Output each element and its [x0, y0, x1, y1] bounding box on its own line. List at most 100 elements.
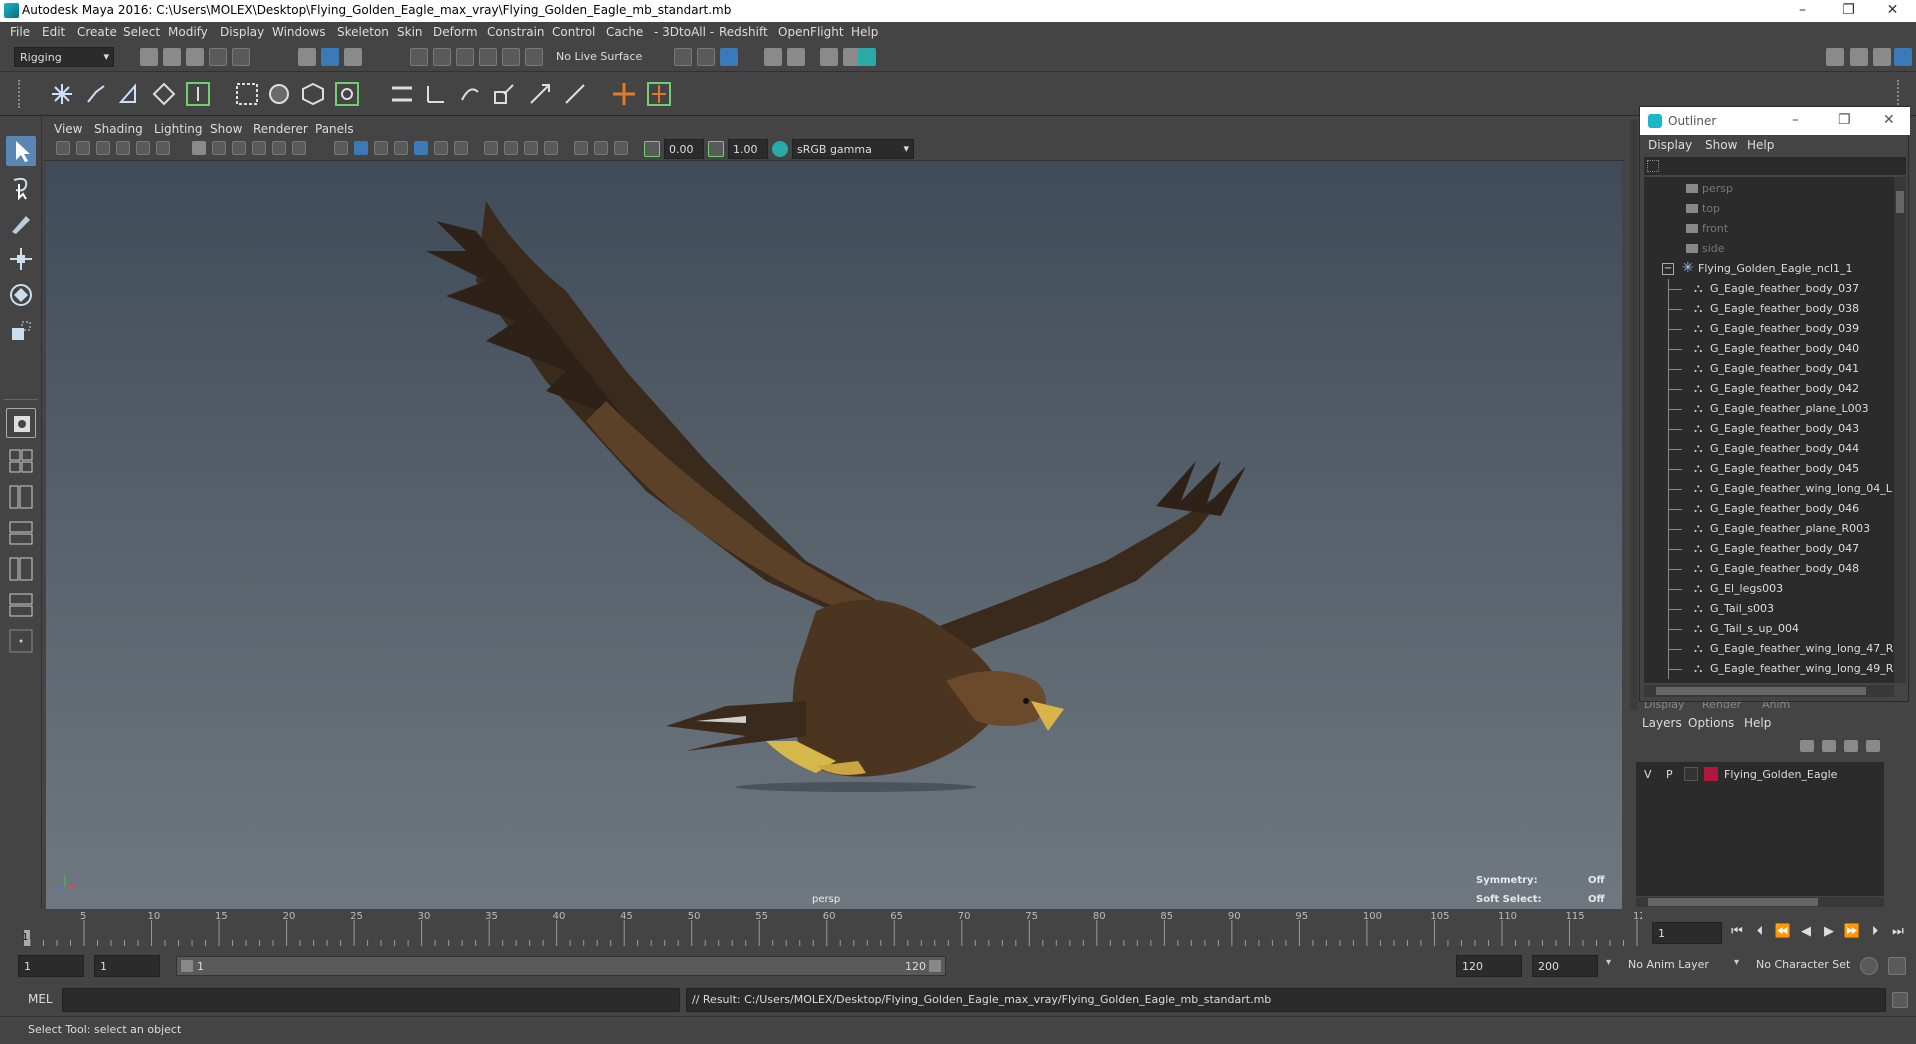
outliner-item-child[interactable]: ⛬ G_Tail_s_up_004 [1644, 619, 1894, 639]
scroll-thumb[interactable] [1648, 898, 1818, 906]
output-ops-icon[interactable] [697, 48, 715, 66]
rotate-tool-icon[interactable] [6, 280, 36, 310]
layer-color-swatch[interactable] [1704, 767, 1718, 781]
outliner-vertical-scrollbar[interactable] [1894, 177, 1906, 683]
play-backwards-button[interactable]: ◀ [1797, 924, 1815, 940]
hypershade-layout-icon[interactable] [6, 554, 36, 584]
joint-label-icon[interactable] [645, 80, 673, 108]
outliner-item-child[interactable]: ⛬ G_Eagle_feather_wing_long_47_R [1644, 639, 1894, 659]
step-forward-frame-button[interactable]: ⏩ [1843, 924, 1861, 940]
outliner-item-child[interactable]: ⛬ G_Eagle_feather_body_042 [1644, 379, 1894, 399]
resolution-gate-icon[interactable] [232, 141, 246, 155]
menuset-dropdown[interactable]: Rigging ▾ [14, 47, 114, 67]
snap-grid-icon[interactable] [410, 48, 428, 66]
screen-space-ao-icon[interactable] [454, 141, 468, 155]
eagle-model[interactable] [46, 161, 1622, 909]
outliner-horizontal-scrollbar[interactable] [1644, 685, 1894, 697]
new-scene-icon[interactable] [140, 48, 158, 66]
2d-pan-zoom-icon[interactable] [136, 141, 150, 155]
menu-modify[interactable]: Modify [168, 25, 208, 39]
open-scene-icon[interactable] [163, 48, 181, 66]
outliner-item-child[interactable]: ⛬ G_Eagle_feather_body_044 [1644, 439, 1894, 459]
lattice-icon[interactable] [233, 80, 261, 108]
scale-constraint-icon[interactable] [490, 80, 518, 108]
play-forwards-button[interactable]: ▶ [1820, 924, 1838, 940]
attribute-editor-icon[interactable] [1850, 48, 1868, 66]
outliner-item-side[interactable]: side [1644, 239, 1894, 259]
panel-menu-view[interactable]: View [54, 122, 82, 136]
layer-menu-options[interactable]: Options [1688, 716, 1734, 730]
new-layer-selected-icon[interactable] [1866, 740, 1880, 752]
outliner-item-child[interactable]: ⛬ G_Eagle_feather_body_043 [1644, 419, 1894, 439]
paint-select-icon[interactable] [6, 208, 36, 238]
panel-menu-lighting[interactable]: Lighting [154, 122, 203, 136]
wrap-deformer-icon[interactable] [299, 80, 327, 108]
outliner-item-child[interactable]: ⛬ G_Eagle_feather_body_037 [1644, 279, 1894, 299]
range-slider[interactable]: 1 120 [176, 956, 946, 976]
scale-tool-icon[interactable] [6, 316, 36, 346]
parent-constraint-icon[interactable] [388, 80, 416, 108]
blend-shape-icon[interactable] [333, 80, 361, 108]
redo-icon[interactable] [232, 48, 250, 66]
orient-constraint-icon[interactable] [456, 80, 484, 108]
render-frame-icon[interactable] [787, 48, 805, 66]
aim-constraint-icon[interactable] [526, 80, 554, 108]
outliner-menu-display[interactable]: Display [1648, 138, 1692, 152]
maximize-button[interactable]: ❐ [1826, 0, 1871, 22]
playback-start-field[interactable]: 1 [94, 955, 160, 977]
outliner-item-child[interactable]: ⛬ G_Eagle_feather_plane_L003 [1644, 399, 1894, 419]
depth-of-field-icon[interactable] [524, 141, 538, 155]
menu-cache[interactable]: Cache [606, 25, 643, 39]
ipr-render-icon[interactable] [820, 48, 838, 66]
ik-spline-icon[interactable] [115, 80, 143, 108]
layer-row[interactable]: V P Flying_Golden_Eagle [1636, 766, 1884, 784]
outliner-item-child[interactable]: ⛬ G_Tail_s003 [1644, 599, 1894, 619]
gamma-icon[interactable] [708, 141, 724, 157]
modeling-toolkit-icon[interactable] [1826, 48, 1844, 66]
layer-visibility-toggle[interactable]: V [1644, 768, 1652, 781]
lasso-tool-icon[interactable] [6, 172, 36, 202]
character-set-dropdown[interactable]: No Character Set [1756, 958, 1850, 971]
scroll-thumb[interactable] [1656, 687, 1866, 695]
color-space-dropdown[interactable]: sRGB gamma ▾ [792, 139, 914, 159]
current-frame-field[interactable]: 1 [1652, 922, 1722, 944]
outliner-item-child[interactable]: ⛬ G_Eagle_feather_body_038 [1644, 299, 1894, 319]
outliner-filter-field[interactable] [1644, 157, 1906, 175]
xray-icon[interactable] [574, 141, 588, 155]
select-hierarchy-icon[interactable] [298, 48, 316, 66]
select-tool-icon[interactable] [6, 136, 36, 166]
menu-skeleton[interactable]: Skeleton [337, 25, 389, 39]
snap-surface-icon[interactable] [502, 48, 520, 66]
persp-graph-layout-icon[interactable] [6, 518, 36, 548]
wireframe-on-shaded-icon[interactable] [374, 141, 388, 155]
collapse-icon[interactable]: − [1662, 263, 1674, 275]
bookmark-icon[interactable] [96, 141, 110, 155]
image-plane-icon[interactable] [116, 141, 130, 155]
exposure-icon[interactable] [644, 141, 660, 157]
xray-active-icon[interactable] [594, 141, 608, 155]
hypershade-icon[interactable] [858, 48, 876, 66]
construction-history-icon[interactable] [720, 48, 738, 66]
command-language-toggle[interactable]: MEL [28, 992, 53, 1006]
panel-menu-panels[interactable]: Panels [315, 122, 354, 136]
menu-skin[interactable]: Skin [397, 25, 423, 39]
four-view-layout-icon[interactable] [6, 446, 36, 476]
animation-start-field[interactable]: 1 [18, 955, 84, 977]
tool-settings-icon[interactable] [1873, 48, 1891, 66]
menu-windows[interactable]: Windows [272, 25, 326, 39]
menu-display[interactable]: Display [220, 25, 264, 39]
snap-view-plane-icon[interactable] [479, 48, 497, 66]
cluster-icon[interactable] [265, 80, 293, 108]
panel-menu-shading[interactable]: Shading [94, 122, 143, 136]
outliner-close-button[interactable]: ✕ [1883, 112, 1895, 128]
move-tool-icon[interactable] [6, 244, 36, 274]
outliner-minimize-button[interactable]: – [1792, 112, 1799, 128]
step-forward-key-button[interactable]: ⏵ [1866, 924, 1884, 940]
tab-anim[interactable]: Anim [1762, 702, 1790, 711]
snap-point-icon[interactable] [456, 48, 474, 66]
pole-vector-icon[interactable] [561, 80, 589, 108]
outliner-item-child[interactable]: ⛬ G_Eagle_feather_body_047 [1644, 539, 1894, 559]
menu-redshift[interactable]: Redshift [719, 25, 768, 39]
move-layer-up-icon[interactable] [1800, 740, 1814, 752]
outliner-item-child[interactable]: ⛬ G_Eagle_feather_body_040 [1644, 339, 1894, 359]
